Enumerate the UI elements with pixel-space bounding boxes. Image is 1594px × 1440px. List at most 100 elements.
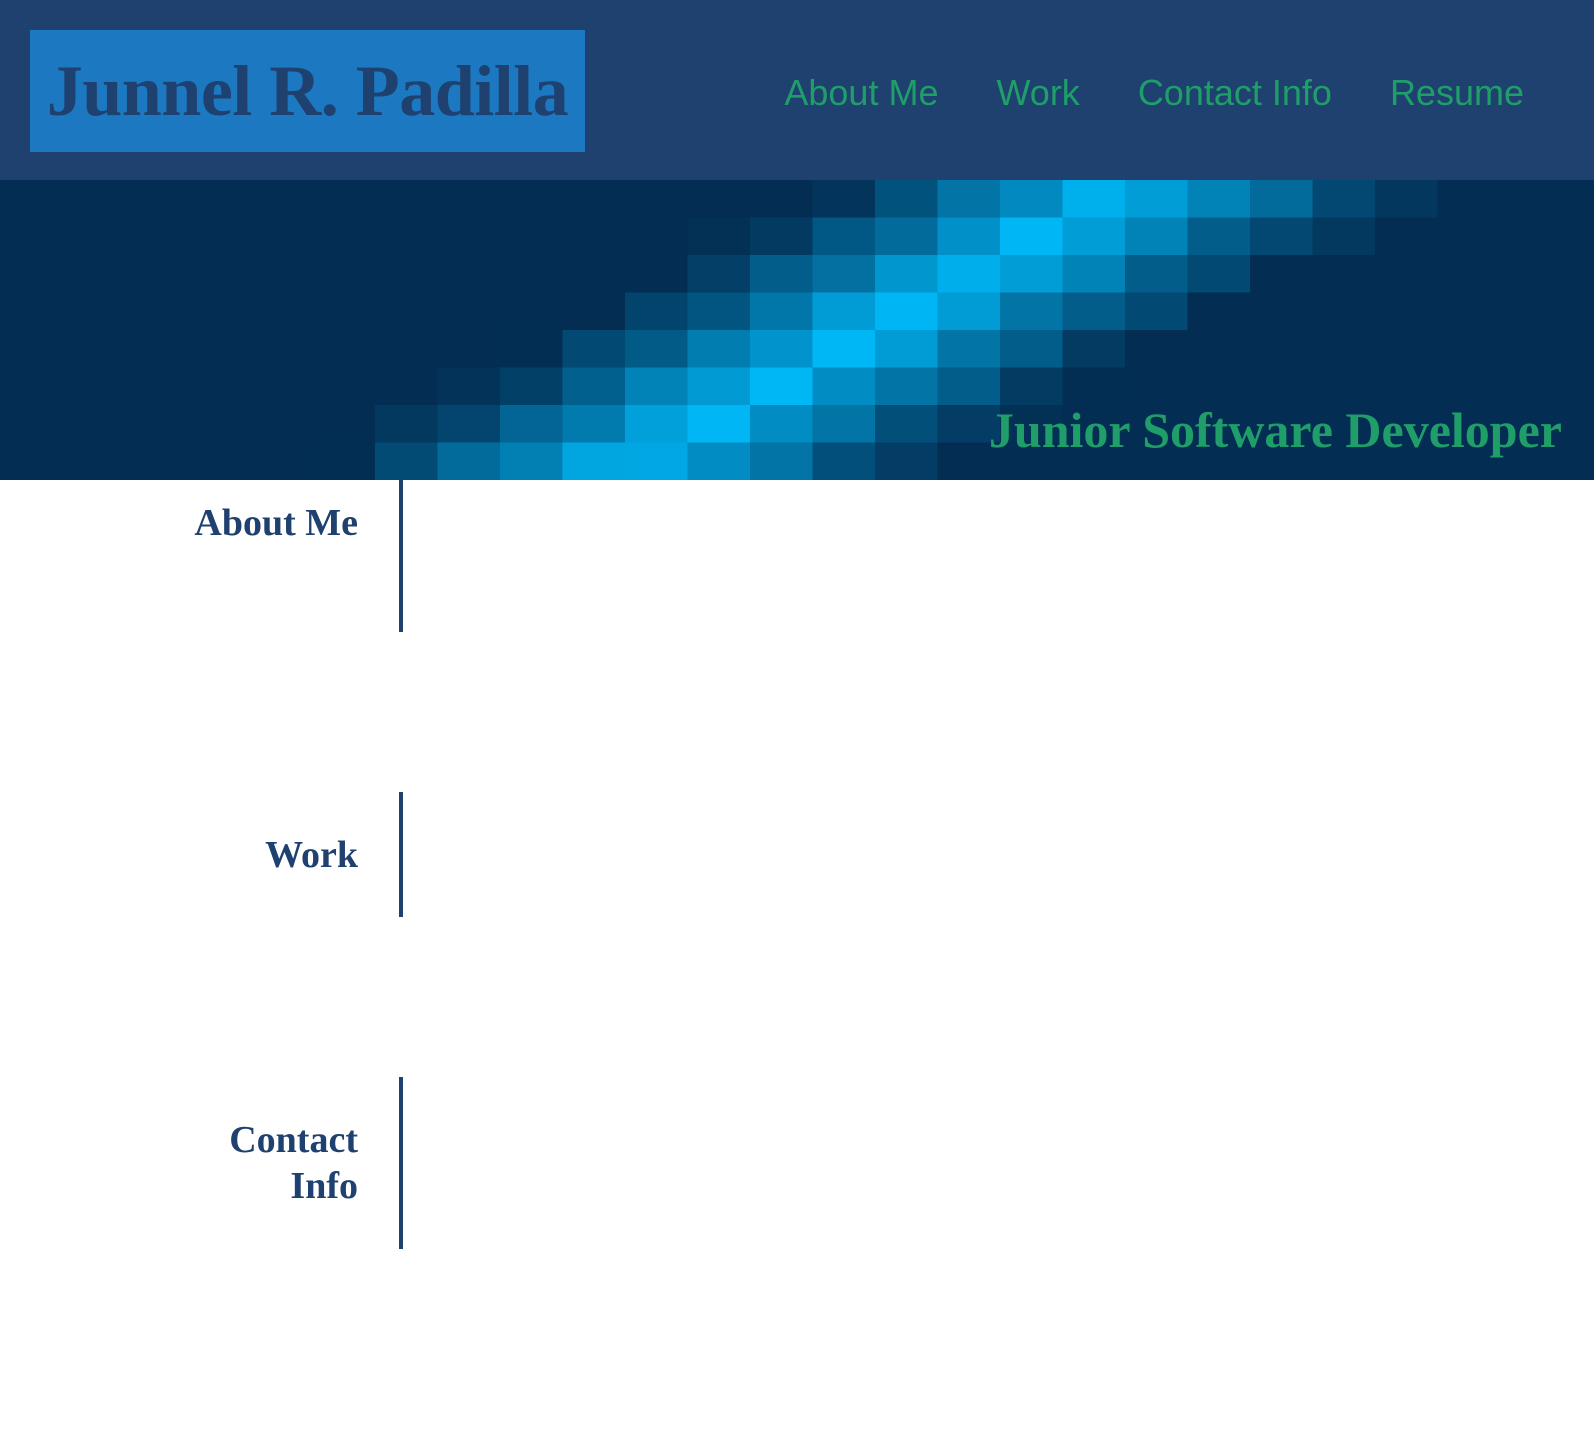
- mosaic-tile: [1562, 180, 1594, 218]
- mosaic-tile: [687, 180, 751, 218]
- mosaic-tile: [812, 255, 876, 293]
- mosaic-tile: [62, 442, 126, 480]
- mosaic-tile: [125, 180, 188, 218]
- mosaic-tile: [1312, 367, 1376, 406]
- mosaic-tile: [1062, 180, 1126, 218]
- mosaic-tile: [875, 405, 938, 443]
- logo-text: Junnel R. Padilla: [46, 50, 569, 131]
- mosaic-tile: [1000, 255, 1063, 293]
- mosaic-tile: [375, 330, 438, 368]
- mosaic-tile: [750, 330, 813, 368]
- mosaic-tile: [1000, 330, 1063, 368]
- nav-link-resume[interactable]: Resume: [1390, 72, 1524, 114]
- mosaic-tile: [187, 255, 251, 293]
- mosaic-tile: [812, 217, 876, 256]
- mosaic-tile: [1562, 442, 1594, 480]
- mosaic-tile: [1437, 330, 1501, 368]
- mosaic-tile: [1125, 217, 1188, 256]
- mosaic-tile: [187, 180, 251, 218]
- mosaic-tile: [500, 405, 563, 443]
- mosaic-tile: [125, 367, 188, 406]
- mosaic-tile: [125, 292, 188, 331]
- mosaic-tile: [562, 292, 626, 331]
- mosaic-tile: [687, 405, 751, 443]
- mosaic-tile: [625, 405, 688, 443]
- mosaic-tile: [1375, 217, 1438, 256]
- mosaic-tile: [1187, 180, 1251, 218]
- mosaic-tile: [750, 442, 813, 480]
- mosaic-tile: [1062, 255, 1126, 293]
- mosaic-tile: [875, 217, 938, 256]
- mosaic-tile: [62, 405, 126, 443]
- mosaic-tile: [437, 367, 501, 406]
- mosaic-tile: [312, 255, 376, 293]
- mosaic-tile: [1437, 292, 1501, 331]
- mosaic-tile: [1500, 217, 1563, 256]
- mosaic-tile: [750, 180, 813, 218]
- nav-link-about-me[interactable]: About Me: [784, 72, 938, 114]
- mosaic-tile: [1437, 217, 1501, 256]
- mosaic-tile: [1312, 217, 1376, 256]
- mosaic-tile: [1312, 180, 1376, 218]
- mosaic-tile: [1375, 367, 1438, 406]
- mosaic-tile: [1187, 330, 1251, 368]
- mosaic-tile: [1250, 217, 1313, 256]
- mosaic-tile: [1062, 292, 1126, 331]
- mosaic-tile: [1187, 255, 1251, 293]
- mosaic-tile: [0, 405, 63, 443]
- mosaic-tile: [562, 180, 626, 218]
- mosaic-tile: [875, 292, 938, 331]
- mosaic-tile: [125, 217, 188, 256]
- mosaic-tile: [875, 367, 938, 406]
- mosaic-tile: [812, 367, 876, 406]
- mosaic-tile: [750, 367, 813, 406]
- mosaic-tile: [812, 442, 876, 480]
- mosaic-tile: [0, 255, 63, 293]
- mosaic-tile: [250, 367, 313, 406]
- mosaic-tile: [1062, 330, 1126, 368]
- mosaic-tile: [937, 330, 1001, 368]
- mosaic-tile: [125, 255, 188, 293]
- section-divider: [399, 1077, 403, 1249]
- mosaic-tile: [375, 255, 438, 293]
- mosaic-tile: [0, 217, 63, 256]
- mosaic-tile: [562, 330, 626, 368]
- mosaic-tile: [62, 367, 126, 406]
- mosaic-tile: [937, 255, 1001, 293]
- mosaic-tile: [750, 405, 813, 443]
- mosaic-tile: [937, 180, 1001, 218]
- mosaic-tile: [1250, 330, 1313, 368]
- mosaic-tile: [437, 405, 501, 443]
- mosaic-tile: [1125, 330, 1188, 368]
- mosaic-tile: [562, 442, 626, 480]
- mosaic-tile: [812, 405, 876, 443]
- mosaic-tile: [937, 292, 1001, 331]
- mosaic-tile: [812, 330, 876, 368]
- mosaic-tile: [687, 367, 751, 406]
- nav-link-work[interactable]: Work: [996, 72, 1079, 114]
- mosaic-tile: [687, 292, 751, 331]
- mosaic-tile: [1187, 292, 1251, 331]
- logo[interactable]: Junnel R. Padilla: [30, 30, 585, 152]
- mosaic-tile: [500, 367, 563, 406]
- mosaic-tile: [1125, 367, 1188, 406]
- tagline: Junior Software Developer: [988, 402, 1562, 458]
- section-divider: [399, 792, 403, 917]
- mosaic-tile: [250, 180, 313, 218]
- mosaic-tile: [1375, 180, 1438, 218]
- mosaic-tile: [625, 330, 688, 368]
- mosaic-tile: [62, 180, 126, 218]
- mosaic-tile: [1375, 292, 1438, 331]
- mosaic-tile: [0, 330, 63, 368]
- hero-banner: Junior Software Developer: [0, 180, 1594, 480]
- mosaic-tile: [1437, 255, 1501, 293]
- nav-link-contact-info[interactable]: Contact Info: [1138, 72, 1332, 114]
- mosaic-tile: [62, 292, 126, 331]
- mosaic-tile: [1000, 180, 1063, 218]
- mosaic-tile: [687, 442, 751, 480]
- mosaic-tile: [1500, 180, 1563, 218]
- mosaic-tile: [562, 217, 626, 256]
- mosaic-tile: [312, 330, 376, 368]
- mosaic-tile: [312, 405, 376, 443]
- mosaic-tile: [1375, 330, 1438, 368]
